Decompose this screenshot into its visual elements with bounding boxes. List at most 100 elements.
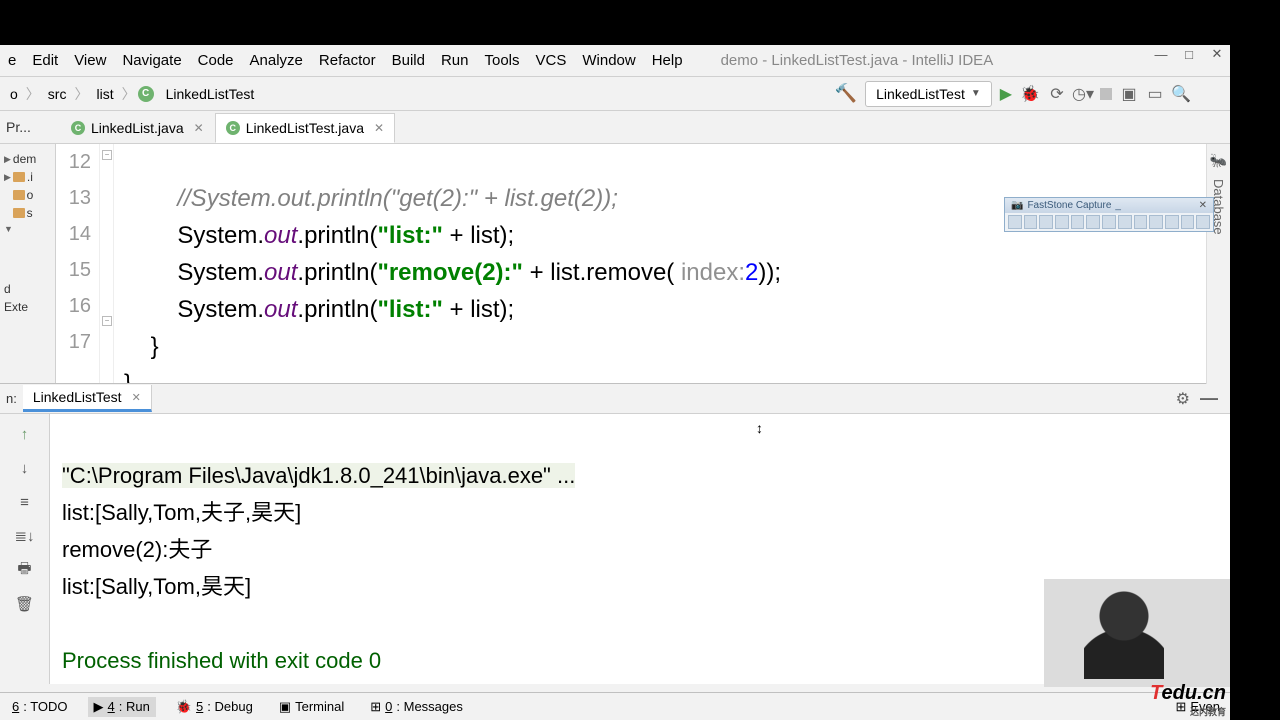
gear-icon[interactable]: ⚙ (1176, 389, 1190, 409)
breadcrumb-class[interactable]: LinkedListTest (160, 84, 261, 104)
tree-node[interactable]: d (4, 282, 11, 296)
search-icon[interactable]: 🔍 (1172, 85, 1190, 103)
menu-navigate[interactable]: Navigate (114, 48, 189, 73)
fold-column[interactable]: − − (100, 144, 114, 383)
fsc-btn[interactable] (1149, 215, 1163, 229)
menu-build[interactable]: Build (384, 48, 433, 73)
minimize-icon[interactable]: — (1154, 47, 1168, 61)
fsc-btn[interactable] (1102, 215, 1116, 229)
minimize-panel-icon[interactable]: — (1200, 388, 1218, 409)
menu-window[interactable]: Window (574, 48, 643, 73)
close-tab-icon[interactable]: ✕ (374, 121, 384, 135)
maximize-icon[interactable]: □ (1182, 47, 1196, 61)
resize-cursor-icon: ↕ (756, 410, 763, 446)
structure-icon[interactable]: ▭ (1146, 85, 1164, 103)
coverage-icon[interactable]: ⟳ (1048, 85, 1066, 103)
ant-icon[interactable]: 🐜 (1210, 152, 1227, 169)
fsc-btn[interactable] (1086, 215, 1100, 229)
breadcrumb: o〉 src〉 list〉 C LinkedListTest (4, 84, 260, 104)
status-run[interactable]: ▶ 4: Run (88, 697, 156, 717)
fsc-close-icon[interactable]: ✕ (1199, 200, 1207, 211)
trash-icon[interactable]: 🗑 (15, 594, 35, 614)
person-silhouette (1084, 589, 1164, 679)
tree-node[interactable]: Exte (4, 300, 28, 314)
breadcrumb-src[interactable]: src (42, 84, 73, 104)
fsc-btn[interactable] (1165, 215, 1179, 229)
tab-label: LinkedList.java (91, 120, 184, 136)
breadcrumb-list[interactable]: list (90, 84, 119, 104)
fsc-btn[interactable] (1134, 215, 1148, 229)
console-line: list:[Sally,Tom,夫子,昊天] (62, 500, 301, 525)
breadcrumb-demo[interactable]: o (4, 84, 24, 104)
right-tool-strip: 🐜 Database (1206, 144, 1230, 384)
tree-node[interactable]: .i (27, 170, 33, 184)
close-run-tab-icon[interactable]: ✕ (132, 391, 141, 404)
run-config-selector[interactable]: LinkedListTest ▼ (865, 81, 992, 107)
menu-file[interactable]: e (0, 48, 24, 73)
stop-icon[interactable]: ↓ (15, 458, 35, 478)
project-tree[interactable]: ▶dem ▶.i o s ▼ d Exte (0, 144, 56, 383)
menu-vcs[interactable]: VCS (528, 48, 575, 73)
faststone-capture-toolbar[interactable]: 📷 FastStone Capture _ ✕ (1004, 197, 1214, 232)
status-debug[interactable]: 🐞 5: Debug (170, 697, 259, 717)
print-icon[interactable]: 🖶 (15, 560, 35, 580)
run-tab[interactable]: LinkedListTest ✕ (23, 385, 152, 412)
fsc-btn[interactable] (1039, 215, 1053, 229)
code-area[interactable]: //System.out.println("get(2):" + list.ge… (114, 144, 1218, 383)
menu-tools[interactable]: Tools (476, 48, 527, 73)
console-line: list:[Sally,Tom,昊天] (62, 574, 251, 599)
close-icon[interactable]: ✕ (1210, 47, 1224, 61)
fsc-title: FastStone Capture (1027, 200, 1111, 211)
menu-bar: e Edit View Navigate Code Analyze Refact… (0, 45, 1230, 77)
status-messages[interactable]: ⊞ 0: Messages (364, 697, 469, 717)
webcam-overlay (1044, 579, 1230, 687)
status-terminal[interactable]: ▣ Terminal (273, 697, 350, 717)
run-tab-label: LinkedListTest (33, 389, 122, 405)
stop-button[interactable] (1100, 88, 1112, 100)
project-tool-label[interactable]: Pr... (0, 115, 37, 139)
line-gutter: 121314151617 (56, 144, 100, 383)
code-editor[interactable]: ▶dem ▶.i o s ▼ d Exte 121314151617 − − /… (0, 143, 1230, 383)
console-line: remove(2):夫子 (62, 537, 212, 562)
status-todo[interactable]: 66: TODO: TODO (6, 697, 74, 716)
debug-button[interactable]: 🐞 (1020, 84, 1040, 104)
menu-view[interactable]: View (66, 48, 114, 73)
menu-refactor[interactable]: Refactor (311, 48, 384, 73)
tab-label: LinkedListTest.java (246, 120, 364, 136)
menu-run[interactable]: Run (433, 48, 477, 73)
run-label: n: (0, 391, 23, 406)
fsc-btn[interactable] (1071, 215, 1085, 229)
run-button[interactable]: ▶ (1000, 84, 1012, 104)
camera-icon: 📷 (1011, 200, 1023, 211)
console-line: Process finished with exit code 0 (62, 648, 381, 673)
layout-icon[interactable]: ≡ (15, 492, 35, 512)
tedu-logo: Tedu.cn 达内教育 (1150, 682, 1226, 718)
profiler-icon[interactable]: ◷▾ (1074, 85, 1092, 103)
fsc-btn[interactable] (1024, 215, 1038, 229)
tree-node[interactable]: o (27, 188, 34, 202)
menu-edit[interactable]: Edit (24, 48, 66, 73)
fsc-btn[interactable] (1118, 215, 1132, 229)
menu-help[interactable]: Help (644, 48, 691, 73)
build-icon[interactable]: 🔨 (835, 83, 857, 104)
menu-analyze[interactable]: Analyze (242, 48, 311, 73)
menu-code[interactable]: Code (190, 48, 242, 73)
tree-node[interactable]: s (27, 206, 33, 220)
window-title: demo - LinkedListTest.java - IntelliJ ID… (721, 52, 994, 69)
fsc-btn[interactable] (1055, 215, 1069, 229)
navigation-toolbar: o〉 src〉 list〉 C LinkedListTest 🔨 LinkedL… (0, 77, 1230, 111)
tab-linkedlisttest[interactable]: C LinkedListTest.java ✕ (215, 113, 395, 143)
chevron-down-icon: ▼ (971, 88, 981, 99)
fsc-min-icon[interactable]: _ (1115, 200, 1121, 211)
close-tab-icon[interactable]: ✕ (194, 121, 204, 135)
fsc-btn[interactable] (1181, 215, 1195, 229)
rerun-icon[interactable]: ↑ (15, 424, 35, 444)
run-config-label: LinkedListTest (876, 86, 965, 102)
tab-linkedlist[interactable]: C LinkedList.java ✕ (60, 113, 215, 143)
export-icon[interactable]: ≣↓ (15, 526, 35, 546)
git-icon[interactable]: ▣ (1120, 85, 1138, 103)
fsc-btn[interactable] (1008, 215, 1022, 229)
tree-node[interactable]: dem (13, 152, 36, 166)
fsc-btn[interactable] (1196, 215, 1210, 229)
console-line: "C:\Program Files\Java\jdk1.8.0_241\bin\… (62, 463, 575, 488)
